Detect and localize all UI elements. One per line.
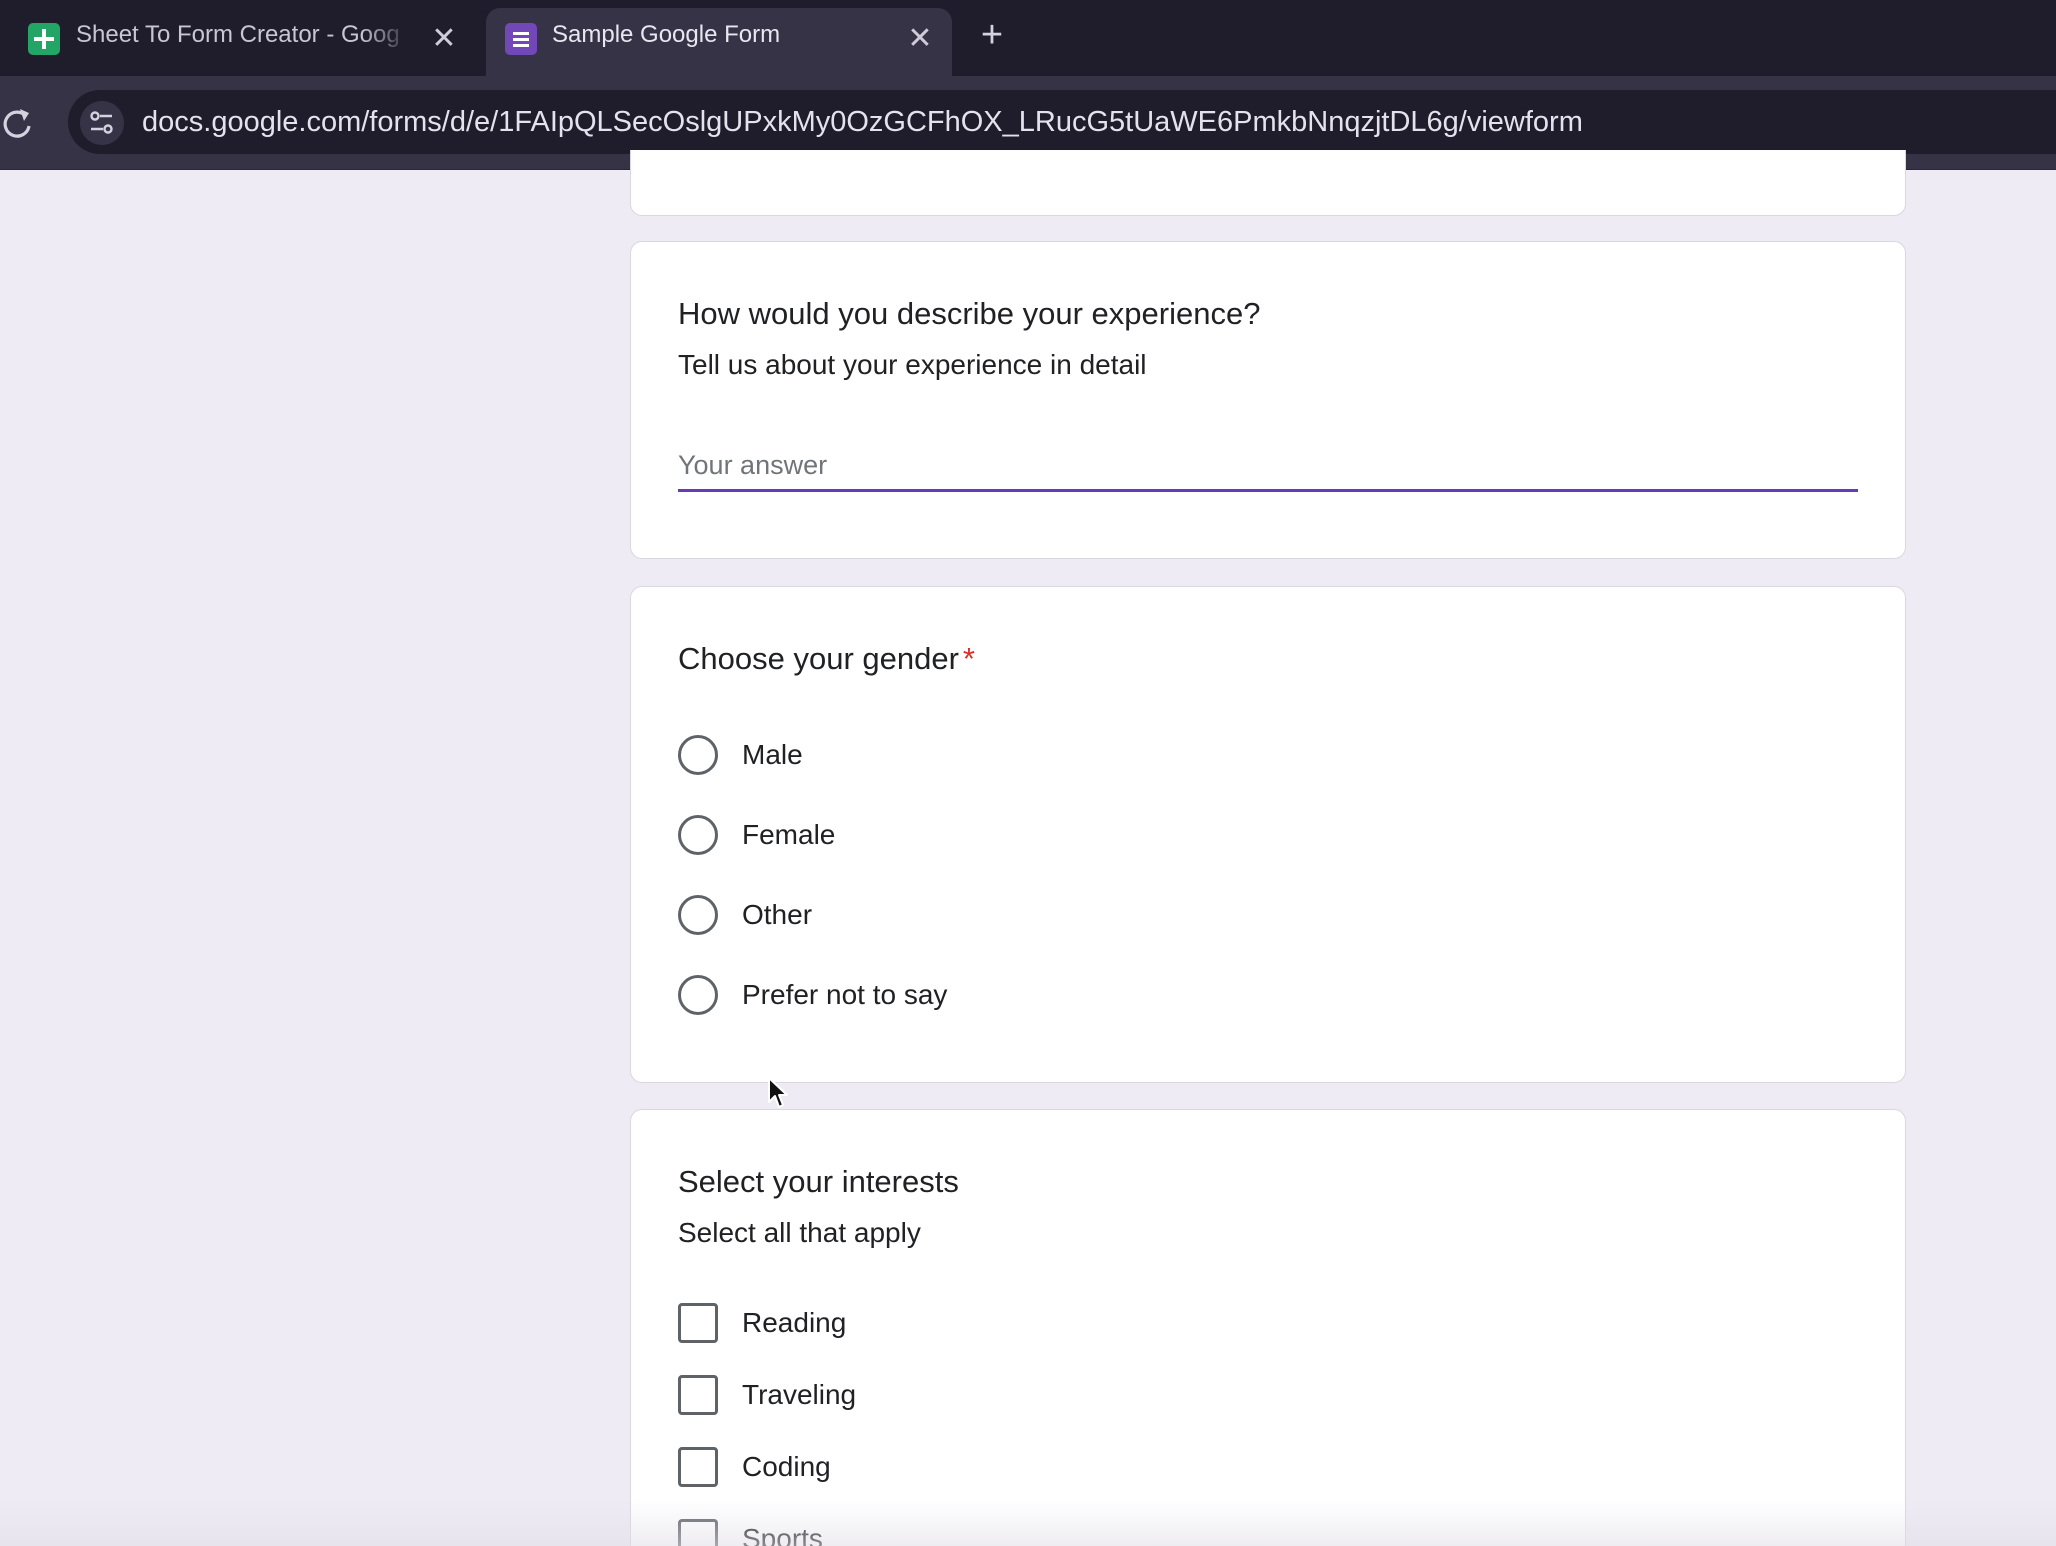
radio-button[interactable] [678, 735, 718, 775]
tab-title: Sheet To Form Creator - Goog [76, 21, 400, 48]
interests-question-card: Select your interests Select all that ap… [630, 1109, 1906, 1546]
browser-tab-bar: Sheet To Form Creator - Goog ✕ Sample Go… [0, 0, 2056, 76]
option-label: Prefer not to say [742, 979, 948, 1010]
option-label: Other [742, 899, 813, 930]
google-forms-icon [505, 23, 537, 55]
question-description: Select all that apply [678, 1217, 921, 1248]
option-label: Coding [742, 1451, 831, 1482]
checkbox[interactable] [678, 1447, 718, 1487]
checkbox-option-coding[interactable]: Coding [678, 1445, 831, 1489]
option-label: Reading [742, 1307, 847, 1338]
required-asterisk: * [962, 641, 975, 676]
question-description: Tell us about your experience in detail [678, 349, 1147, 380]
option-label: Sports [742, 1523, 823, 1546]
close-tab-icon[interactable]: ✕ [903, 22, 937, 56]
checkbox-option-traveling[interactable]: Traveling [678, 1373, 856, 1417]
previous-question-card [630, 150, 1906, 216]
tab-title: Sample Google Form [552, 21, 781, 48]
checkbox[interactable] [678, 1519, 718, 1546]
experience-question-card: How would you describe your experience? … [630, 241, 1906, 559]
mouse-pointer-icon [768, 1077, 788, 1108]
checkbox[interactable] [678, 1375, 718, 1415]
radio-option-male[interactable]: Male [678, 733, 803, 777]
tab-sample-google-form[interactable]: Sample Google Form ✕ [486, 8, 952, 76]
url-text[interactable]: docs.google.com/forms/d/e/1FAIpQLSecOslg… [142, 106, 1583, 139]
reload-icon[interactable] [0, 104, 34, 142]
radio-button[interactable] [678, 815, 718, 855]
question-title: Select your interests [678, 1164, 959, 1199]
radio-option-prefer-not-to-say[interactable]: Prefer not to say [678, 973, 947, 1017]
radio-option-female[interactable]: Female [678, 813, 835, 857]
question-title: Choose your gender * [678, 641, 975, 677]
checkbox-option-sports[interactable]: Sports [678, 1517, 823, 1546]
question-title: How would you describe your experience? [678, 296, 1261, 331]
close-tab-icon[interactable]: ✕ [427, 22, 461, 56]
google-sheets-icon [28, 23, 60, 55]
checkbox[interactable] [678, 1303, 718, 1343]
site-settings-icon[interactable] [80, 101, 124, 145]
checkbox-option-reading[interactable]: Reading [678, 1301, 846, 1345]
option-label: Traveling [742, 1379, 857, 1410]
radio-option-other[interactable]: Other [678, 893, 812, 937]
gender-question-card: Choose your gender * Male Female Other Pr… [630, 586, 1906, 1083]
radio-button[interactable] [678, 975, 718, 1015]
radio-button[interactable] [678, 895, 718, 935]
new-tab-button[interactable]: + [974, 16, 1010, 54]
option-label: Female [742, 819, 836, 850]
option-label: Male [742, 739, 803, 770]
experience-answer-input[interactable] [678, 442, 1858, 492]
question-title-text: Choose your gender [678, 641, 959, 676]
tab-sheet-to-form-creator[interactable]: Sheet To Form Creator - Goog ✕ [0, 8, 478, 76]
